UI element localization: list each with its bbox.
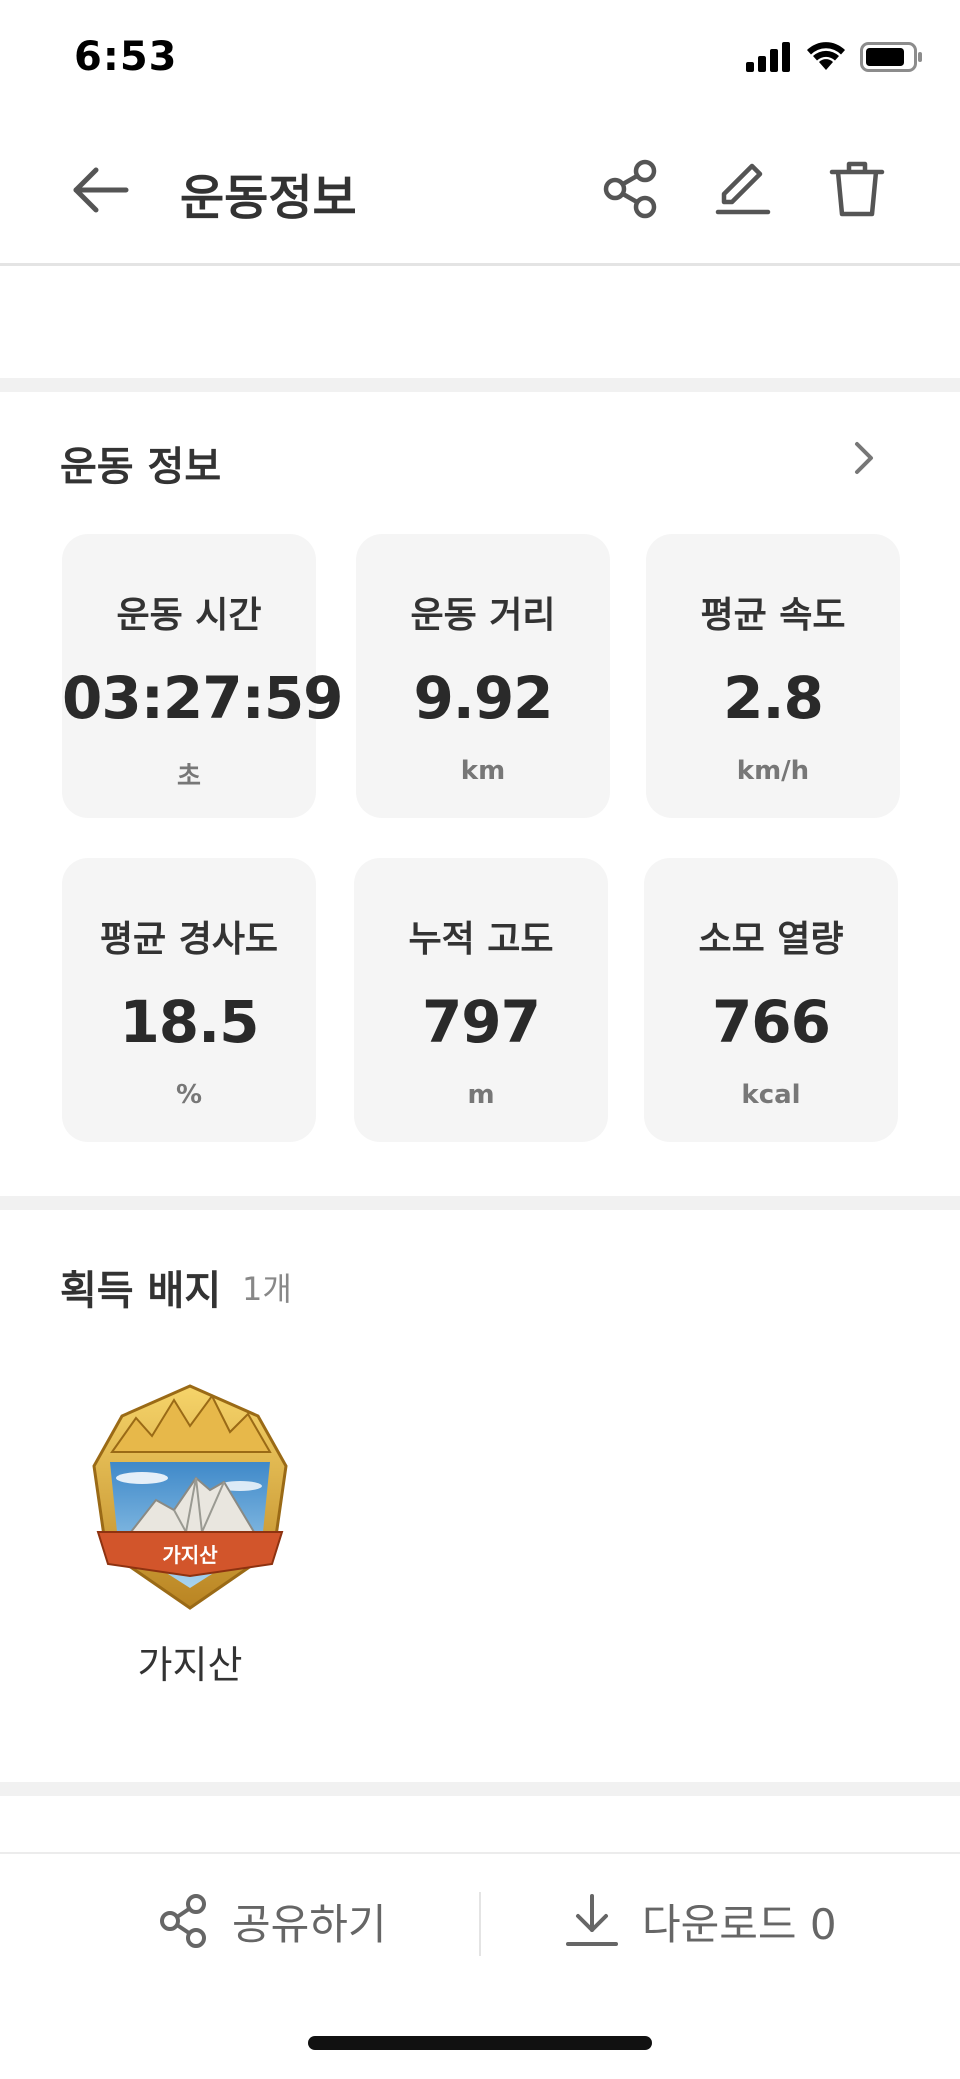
stat-value: 18.5 <box>119 988 259 1056</box>
back-arrow-icon[interactable] <box>68 158 132 222</box>
stat-card-avg-slope: 평균 경사도 18.5 % <box>62 858 316 1142</box>
bottom-action-bar: 공유하기 다운로드 0 <box>0 1852 960 1986</box>
home-indicator[interactable] <box>308 2036 652 2050</box>
badge-item[interactable]: 가지산 가지산 <box>82 1382 298 1687</box>
stat-label: 평균 경사도 <box>99 919 279 960</box>
stat-label: 소모 열량 <box>698 919 844 960</box>
status-icons <box>746 42 924 72</box>
stat-value: 2.8 <box>723 664 824 732</box>
badges-title: 획득 배지 <box>60 1268 222 1314</box>
share-icon <box>160 1894 206 1948</box>
status-bar: 6:53 <box>0 0 960 118</box>
share-button-label: 공유하기 <box>232 1899 387 1949</box>
battery-icon <box>860 42 922 72</box>
stat-unit: 초 <box>177 762 201 792</box>
stat-unit: % <box>175 1080 203 1110</box>
stat-label: 운동 거리 <box>410 595 556 636</box>
mountain-badge-icon: 가지산 <box>92 1384 288 1610</box>
section-separator <box>0 1782 960 1796</box>
download-button[interactable]: 다운로드 0 <box>564 1854 837 1988</box>
edit-icon[interactable] <box>710 156 776 222</box>
stat-value: 766 <box>711 988 831 1056</box>
bottom-bar-divider <box>479 1892 481 1956</box>
badge-emblem-text: 가지산 <box>162 1543 218 1567</box>
cellular-signal-icon <box>746 42 790 72</box>
share-icon[interactable] <box>598 156 664 222</box>
stat-unit: kcal <box>741 1080 801 1110</box>
stat-unit: m <box>467 1080 495 1110</box>
workout-info-title: 운동 정보 <box>60 444 222 490</box>
page-title: 운동정보 <box>180 170 357 226</box>
stat-card-distance: 운동 거리 9.92 km <box>356 534 610 818</box>
stat-card-duration: 운동 시간 03:27:59 초 <box>62 534 344 818</box>
section-separator <box>0 378 960 392</box>
stat-card-avg-speed: 평균 속도 2.8 km/h <box>646 534 900 818</box>
download-icon <box>566 1894 618 1946</box>
download-button-label: 다운로드 0 <box>642 1899 837 1949</box>
stat-card-calories: 소모 열량 766 kcal <box>644 858 898 1142</box>
workout-detail-screen: 6:53 운동정보 운동 정보 운동 시간 03:27:59 초 운동 거리 9… <box>0 0 960 2079</box>
stat-unit: km/h <box>736 756 810 786</box>
stat-value: 03:27:59 <box>62 664 344 732</box>
stat-value: 9.92 <box>413 664 553 732</box>
chevron-right-icon[interactable] <box>844 438 884 478</box>
stat-unit: km <box>460 756 506 786</box>
stat-card-elevation-gain: 누적 고도 797 m <box>354 858 608 1142</box>
badge-name: 가지산 <box>137 1643 243 1687</box>
stat-label: 운동 시간 <box>116 595 262 636</box>
section-separator <box>0 1196 960 1210</box>
stat-value: 797 <box>421 988 541 1056</box>
app-header: 운동정보 <box>0 118 960 266</box>
stat-label: 누적 고도 <box>408 919 554 960</box>
wifi-icon <box>807 42 845 70</box>
status-time: 6:53 <box>74 34 178 80</box>
badge-count: 1개 <box>242 1270 292 1308</box>
share-button[interactable]: 공유하기 <box>158 1854 387 1988</box>
delete-icon[interactable] <box>824 156 890 222</box>
stat-label: 평균 속도 <box>700 595 846 636</box>
